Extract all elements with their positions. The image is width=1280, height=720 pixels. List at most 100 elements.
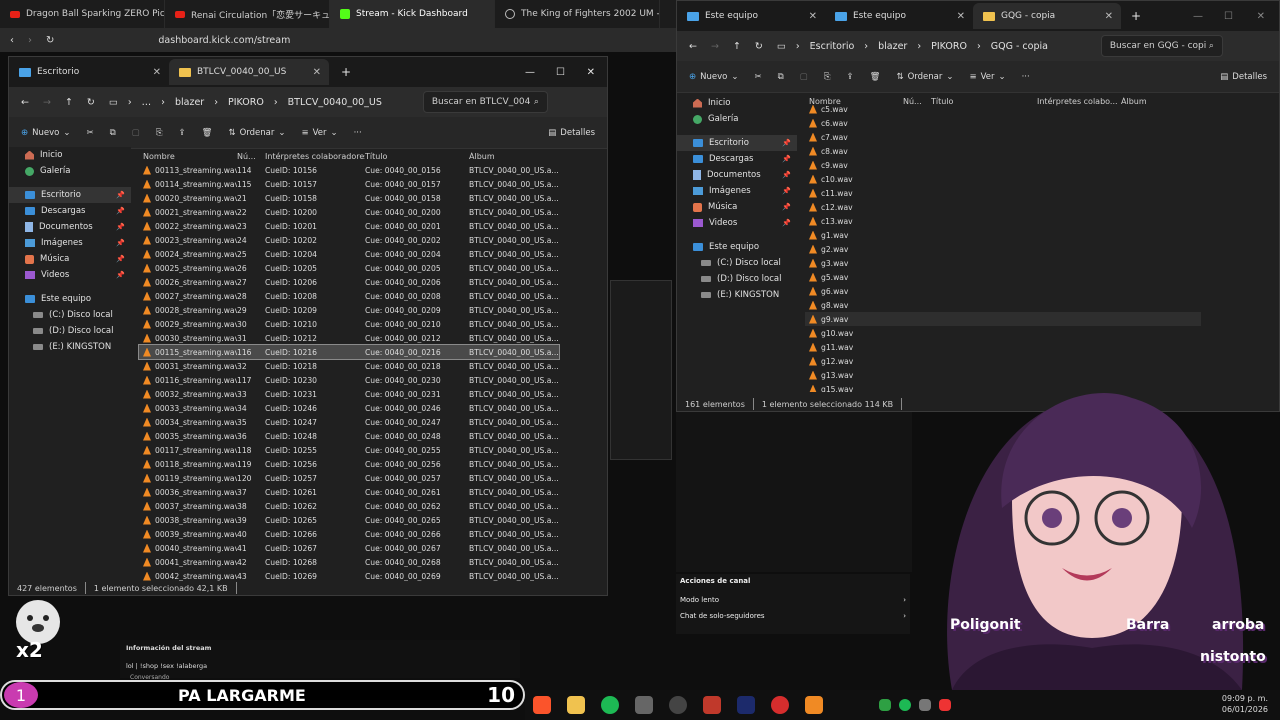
- list-item[interactable]: c6.wav: [805, 116, 1201, 130]
- clock[interactable]: 09:09 p. m. 06/01/2026: [1222, 693, 1268, 715]
- refresh-icon[interactable]: ↻: [87, 97, 95, 108]
- breadcrumb[interactable]: ▭ › Escritorio › blazer › PIKORO › GQG - cop…: [777, 41, 1087, 52]
- table-row[interactable]: 00041_streaming.wav 42 CueID: 10268 Cue: 00…: [139, 555, 559, 569]
- table-row[interactable]: 00037_streaming.wav 38 CueID: 10262 Cue: 00…: [139, 499, 559, 513]
- forward-icon[interactable]: →: [711, 41, 719, 52]
- breadcrumb-item[interactable]: PIKORO: [228, 97, 264, 108]
- obs-icon[interactable]: [669, 696, 687, 714]
- delete-icon[interactable]: 🗑: [870, 72, 881, 82]
- table-row[interactable]: 00028_streaming.wav 29 CueID: 10209 Cue: 00…: [139, 303, 559, 317]
- table-row[interactable]: 00020_streaming.wav 21 CueID: 10158 Cue: 00…: [139, 191, 559, 205]
- col-name[interactable]: Nombre: [139, 152, 237, 161]
- explorer-tab-gqg-copia[interactable]: GQG - copia ✕: [973, 3, 1121, 29]
- forward-icon[interactable]: →: [43, 97, 51, 108]
- table-row[interactable]: 00039_streaming.wav 40 CueID: 10266 Cue: 00…: [139, 527, 559, 541]
- sort-button[interactable]: ⇅ Ordenar ⌄: [896, 72, 953, 82]
- list-item[interactable]: g8.wav: [805, 298, 1201, 312]
- nav-item-descargas[interactable]: Descargas 📌: [677, 151, 797, 167]
- col-album[interactable]: Álbum: [469, 152, 559, 161]
- list-item[interactable]: g5.wav: [805, 270, 1201, 284]
- delete-icon[interactable]: 🗑: [202, 128, 213, 138]
- nav-item-escritorio[interactable]: Escritorio 📌: [677, 135, 797, 151]
- table-row[interactable]: 00118_streaming.wav 119 CueID: 10256 Cue: 0…: [139, 457, 559, 471]
- nav-item-m-sica[interactable]: Música 📌: [677, 199, 797, 215]
- explorer-tab-este-equipo-2[interactable]: Este equipo ✕: [825, 3, 973, 29]
- list-item[interactable]: c13.wav: [805, 214, 1201, 228]
- breadcrumb-item[interactable]: PIKORO: [931, 41, 967, 52]
- slow-mode-item[interactable]: Modo lento ›: [676, 588, 910, 604]
- up-icon[interactable]: ↑: [65, 97, 73, 108]
- table-row[interactable]: 00035_streaming.wav 36 CueID: 10248 Cue: 00…: [139, 429, 559, 443]
- browser-tab-2[interactable]: Renai Circulation「恋愛サーキュレーショ: [165, 0, 330, 28]
- breadcrumb[interactable]: ▭ ›… › blazer › PIKORO › BTLCV_0040_00_US: [109, 97, 409, 108]
- new-button[interactable]: ⊕ Nuevo ⌄: [689, 72, 738, 82]
- settings-icon[interactable]: [635, 696, 653, 714]
- table-row[interactable]: 00036_streaming.wav 37 CueID: 10261 Cue: 00…: [139, 485, 559, 499]
- view-button[interactable]: ≡ Ver ⌄: [301, 128, 337, 138]
- sort-button[interactable]: ⇅ Ordenar ⌄: [228, 128, 285, 138]
- back-icon[interactable]: ←: [21, 97, 29, 108]
- close-icon[interactable]: ✕: [1105, 11, 1113, 22]
- tray-red-icon[interactable]: [939, 699, 951, 711]
- minimize-icon[interactable]: —: [525, 67, 535, 78]
- nav-item-documentos[interactable]: Documentos 📌: [9, 219, 131, 235]
- nav-item-inicio[interactable]: Inicio: [9, 147, 131, 163]
- url-bar[interactable]: dashboard.kick.com/stream: [158, 35, 290, 46]
- breadcrumb-item[interactable]: Escritorio: [810, 41, 855, 52]
- list-item[interactable]: g2.wav: [805, 242, 1201, 256]
- nav-item-videos[interactable]: Videos 📌: [9, 267, 131, 283]
- close-icon[interactable]: ✕: [313, 67, 321, 78]
- details-button[interactable]: ▤ Detalles: [1220, 72, 1267, 82]
- col-number[interactable]: Nú...: [903, 97, 931, 106]
- new-tab-icon[interactable]: +: [1131, 9, 1141, 23]
- paste-icon[interactable]: ▢: [132, 128, 140, 138]
- col-name[interactable]: Nombre: [805, 97, 903, 106]
- list-item[interactable]: g6.wav: [805, 284, 1201, 298]
- explorer-tab-btlcv[interactable]: BTLCV_0040_00_US ✕: [169, 59, 329, 85]
- list-item[interactable]: c10.wav: [805, 172, 1201, 186]
- close-icon[interactable]: ✕: [153, 67, 161, 78]
- search-input[interactable]: Buscar en BTLCV_004 ⌕: [422, 91, 548, 113]
- table-row[interactable]: 00034_streaming.wav 35 CueID: 10247 Cue: 00…: [139, 415, 559, 429]
- list-item[interactable]: g3.wav: [805, 256, 1201, 270]
- breadcrumb-item[interactable]: BTLCV_0040_00_US: [288, 97, 382, 108]
- spotify-tray-icon[interactable]: [899, 699, 911, 711]
- list-item[interactable]: c11.wav: [805, 186, 1201, 200]
- table-row[interactable]: 00021_streaming.wav 22 CueID: 10200 Cue: 00…: [139, 205, 559, 219]
- list-item[interactable]: g10.wav: [805, 326, 1201, 340]
- table-row[interactable]: 00117_streaming.wav 118 CueID: 10255 Cue: 0…: [139, 443, 559, 457]
- nav-item-galer-a[interactable]: Galería: [677, 111, 797, 127]
- brave-icon[interactable]: [533, 696, 551, 714]
- browser-tab-3[interactable]: Stream - Kick Dashboard: [330, 0, 495, 28]
- search-input[interactable]: Buscar en GQG - copi ⌕: [1100, 35, 1223, 57]
- more-icon[interactable]: ···: [354, 128, 362, 138]
- table-row[interactable]: 00029_streaming.wav 30 CueID: 10210 Cue: 00…: [139, 317, 559, 331]
- nav-item--e-kingston[interactable]: (E:) KINGSTON: [677, 287, 797, 303]
- followers-chat-item[interactable]: Chat de solo-seguidores ›: [676, 604, 910, 620]
- col-number[interactable]: Nú...: [237, 152, 265, 161]
- maximize-icon[interactable]: ☐: [1224, 11, 1233, 22]
- nav-item-im-genes[interactable]: Imágenes 📌: [677, 183, 797, 199]
- nav-item--c-disco-local[interactable]: (C:) Disco local: [9, 307, 131, 323]
- share-icon[interactable]: ⇪: [847, 72, 854, 82]
- nav-item-im-genes[interactable]: Imágenes 📌: [9, 235, 131, 251]
- paste-icon[interactable]: ▢: [800, 72, 808, 82]
- rename-icon[interactable]: ⎘: [156, 128, 163, 138]
- reload-icon[interactable]: ↻: [46, 35, 54, 46]
- refresh-icon[interactable]: ↻: [755, 41, 763, 52]
- table-row[interactable]: 00038_streaming.wav 39 CueID: 10265 Cue: 00…: [139, 513, 559, 527]
- list-item[interactable]: g1.wav: [805, 228, 1201, 242]
- minimize-icon[interactable]: —: [1193, 11, 1203, 22]
- list-item[interactable]: c9.wav: [805, 158, 1201, 172]
- app-icon[interactable]: [703, 696, 721, 714]
- nav-item-inicio[interactable]: Inicio: [677, 95, 797, 111]
- table-row[interactable]: 00116_streaming.wav 117 CueID: 10230 Cue: 0…: [139, 373, 559, 387]
- explorer-tab-este-equipo-1[interactable]: Este equipo ✕: [677, 3, 825, 29]
- nav-item-este-equipo[interactable]: Este equipo: [677, 239, 797, 255]
- table-row[interactable]: 00024_streaming.wav 25 CueID: 10204 Cue: 00…: [139, 247, 559, 261]
- table-row[interactable]: 00031_streaming.wav 32 CueID: 10218 Cue: 00…: [139, 359, 559, 373]
- table-row[interactable]: 00030_streaming.wav 31 CueID: 10212 Cue: 00…: [139, 331, 559, 345]
- nav-item--d-disco-local[interactable]: (D:) Disco local: [677, 271, 797, 287]
- col-title[interactable]: Título: [365, 152, 469, 161]
- back-icon[interactable]: ←: [689, 41, 697, 52]
